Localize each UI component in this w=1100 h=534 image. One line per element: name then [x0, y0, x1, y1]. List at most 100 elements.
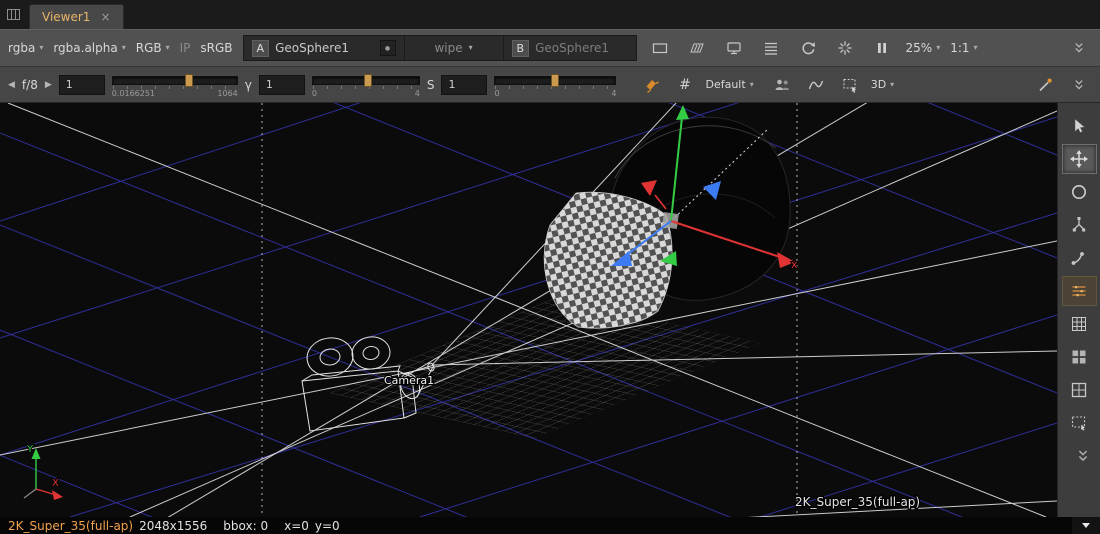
gamma-max-label: 4: [415, 89, 420, 98]
input-b-field[interactable]: B GeoSphere1: [504, 36, 636, 60]
hierarchy-icon: [1069, 215, 1089, 235]
scanline-mode-button[interactable]: [758, 36, 785, 60]
slider-handle[interactable]: [364, 74, 372, 87]
chevron-down-icon: ▾: [936, 44, 940, 52]
input-b-value: GeoSphere1: [535, 41, 609, 55]
colorspace-button[interactable]: sRGB: [200, 41, 232, 55]
chevron-double-down-icon: [1074, 447, 1092, 465]
lattice-tool-button[interactable]: [1062, 309, 1097, 339]
saturation-value-field[interactable]: 1: [441, 75, 487, 95]
tiles-icon: [1069, 347, 1089, 367]
status-y: y=0: [315, 519, 340, 533]
close-icon[interactable]: ×: [100, 10, 110, 24]
ab-input-group: A GeoSphere1 ● wipe ▾ B GeoSphere1: [243, 35, 637, 61]
format-frame-button[interactable]: [647, 36, 674, 60]
lighting-toggle-button[interactable]: [637, 73, 664, 97]
axis-y-label: Y: [26, 444, 34, 455]
format-overlay-label: 2K_Super_35(full-ap): [795, 495, 920, 509]
error-console-button[interactable]: [1072, 517, 1100, 534]
marquee-select-button[interactable]: [837, 73, 864, 97]
alpha-channel-dropdown[interactable]: rgba.alpha ▾: [53, 41, 125, 55]
monitor-icon: [725, 39, 743, 57]
input-a-field[interactable]: A GeoSphere1 ●: [244, 36, 404, 60]
scanlines-icon: [762, 39, 780, 57]
chevron-double-down-icon: [1071, 40, 1087, 56]
proxy-stripes-button[interactable]: [684, 36, 711, 60]
fstop-label[interactable]: f/8: [22, 78, 38, 92]
chevron-down-icon: ▾: [750, 81, 754, 89]
grid-toggle-button[interactable]: #: [671, 73, 698, 97]
chevron-down-icon: ▾: [39, 44, 43, 52]
3d-viewport[interactable]: x Camera1: [0, 103, 1057, 517]
input-process-button[interactable]: IP: [180, 41, 191, 55]
lighting-dropdown[interactable]: Default ▾: [705, 78, 753, 91]
input-b-button[interactable]: B: [512, 40, 530, 57]
pause-icon: [873, 39, 891, 57]
gain-slider[interactable]: 0.0166251 1064: [112, 72, 238, 98]
view-mode-dropdown[interactable]: 3D ▾: [871, 78, 894, 91]
pause-button[interactable]: [869, 36, 896, 60]
viewer-tab[interactable]: Viewer1 ×: [29, 4, 124, 29]
wireframe-lines-button[interactable]: [1062, 276, 1097, 306]
gizmo-x-label: x: [791, 258, 798, 271]
status-format: 2K_Super_35(full-ap): [8, 519, 133, 533]
marquee-zoom-button[interactable]: [1062, 408, 1097, 438]
chevron-down-icon: ▾: [166, 44, 170, 52]
update-button[interactable]: [832, 36, 859, 60]
axis-x-label: X: [52, 478, 59, 489]
side-expand-button[interactable]: [1065, 441, 1100, 471]
translate-icon: [1069, 149, 1089, 169]
channels-dropdown[interactable]: rgba ▾: [8, 41, 43, 55]
people-icon: [773, 76, 791, 94]
saturation-min-label: 0: [494, 89, 499, 98]
rotate-icon: [1069, 182, 1089, 202]
tab-bar: Viewer1 ×: [0, 0, 1100, 29]
gain-min-label: 0.0166251: [112, 89, 155, 98]
joint-tool-button[interactable]: [1062, 243, 1097, 273]
marquee-icon: [841, 76, 859, 94]
triangle-down-icon: [1082, 523, 1090, 528]
frame-grid-button[interactable]: [1062, 375, 1097, 405]
translate-tool-button[interactable]: [1062, 144, 1097, 174]
toolbar2-expand-button[interactable]: [1065, 73, 1092, 97]
cursor-tool-button[interactable]: [1062, 111, 1097, 141]
chevron-down-icon: ▾: [890, 81, 894, 89]
zoom-dropdown[interactable]: 25% ▾: [906, 41, 941, 55]
rotate-tool-button[interactable]: [1062, 177, 1097, 207]
lamp-icon: [642, 76, 660, 94]
slider-handle[interactable]: [551, 74, 559, 87]
display-mode-dropdown[interactable]: RGB ▾: [136, 41, 170, 55]
curve-tool-button[interactable]: [803, 73, 830, 97]
status-x: x=0: [284, 519, 309, 533]
geosphere-checker[interactable]: [544, 192, 672, 328]
refresh-icon: [799, 39, 817, 57]
gamma-value-field[interactable]: 1: [259, 75, 305, 95]
gamma-label: γ: [245, 78, 252, 92]
stripes-icon: [688, 39, 706, 57]
chevron-down-icon: ▾: [122, 44, 126, 52]
refresh-button[interactable]: [795, 36, 822, 60]
viewer-toolbar-settings: ◀ f/8 ▶ 1 0.0166251 1064 γ 1 0 4 S 1: [0, 67, 1100, 103]
input-a-button[interactable]: A: [252, 40, 270, 57]
color-sample-button[interactable]: [1031, 73, 1058, 97]
hierarchy-tool-button[interactable]: [1062, 210, 1097, 240]
monitor-out-button[interactable]: [721, 36, 748, 60]
saturation-slider[interactable]: 0 4: [494, 72, 616, 98]
occlusion-button[interactable]: [769, 73, 796, 97]
wipe-center-icon[interactable]: ●: [380, 40, 396, 56]
prev-stop-button[interactable]: ◀: [8, 80, 15, 90]
wipe-dropdown[interactable]: wipe ▾: [404, 36, 504, 60]
saturation-max-label: 4: [611, 89, 616, 98]
gamma-slider[interactable]: 0 4: [312, 72, 420, 98]
next-stop-button[interactable]: ▶: [45, 80, 52, 90]
viewer-window: Viewer1 × rgba ▾ rgba.alpha ▾ RGB ▾ IP s…: [0, 0, 1100, 534]
status-bar: 2K_Super_35(full-ap) 2048x1556 bbox: 0 x…: [0, 517, 1100, 534]
pane-layout-icon[interactable]: [6, 7, 21, 22]
joint-icon: [1069, 248, 1089, 268]
pixel-aspect-dropdown[interactable]: 1:1 ▾: [950, 41, 977, 55]
tiles-view-button[interactable]: [1062, 342, 1097, 372]
slider-handle[interactable]: [185, 74, 193, 87]
frame-icon: [651, 39, 669, 57]
gain-value-field[interactable]: 1: [59, 75, 105, 95]
toolbar-expand-button[interactable]: [1065, 36, 1092, 60]
